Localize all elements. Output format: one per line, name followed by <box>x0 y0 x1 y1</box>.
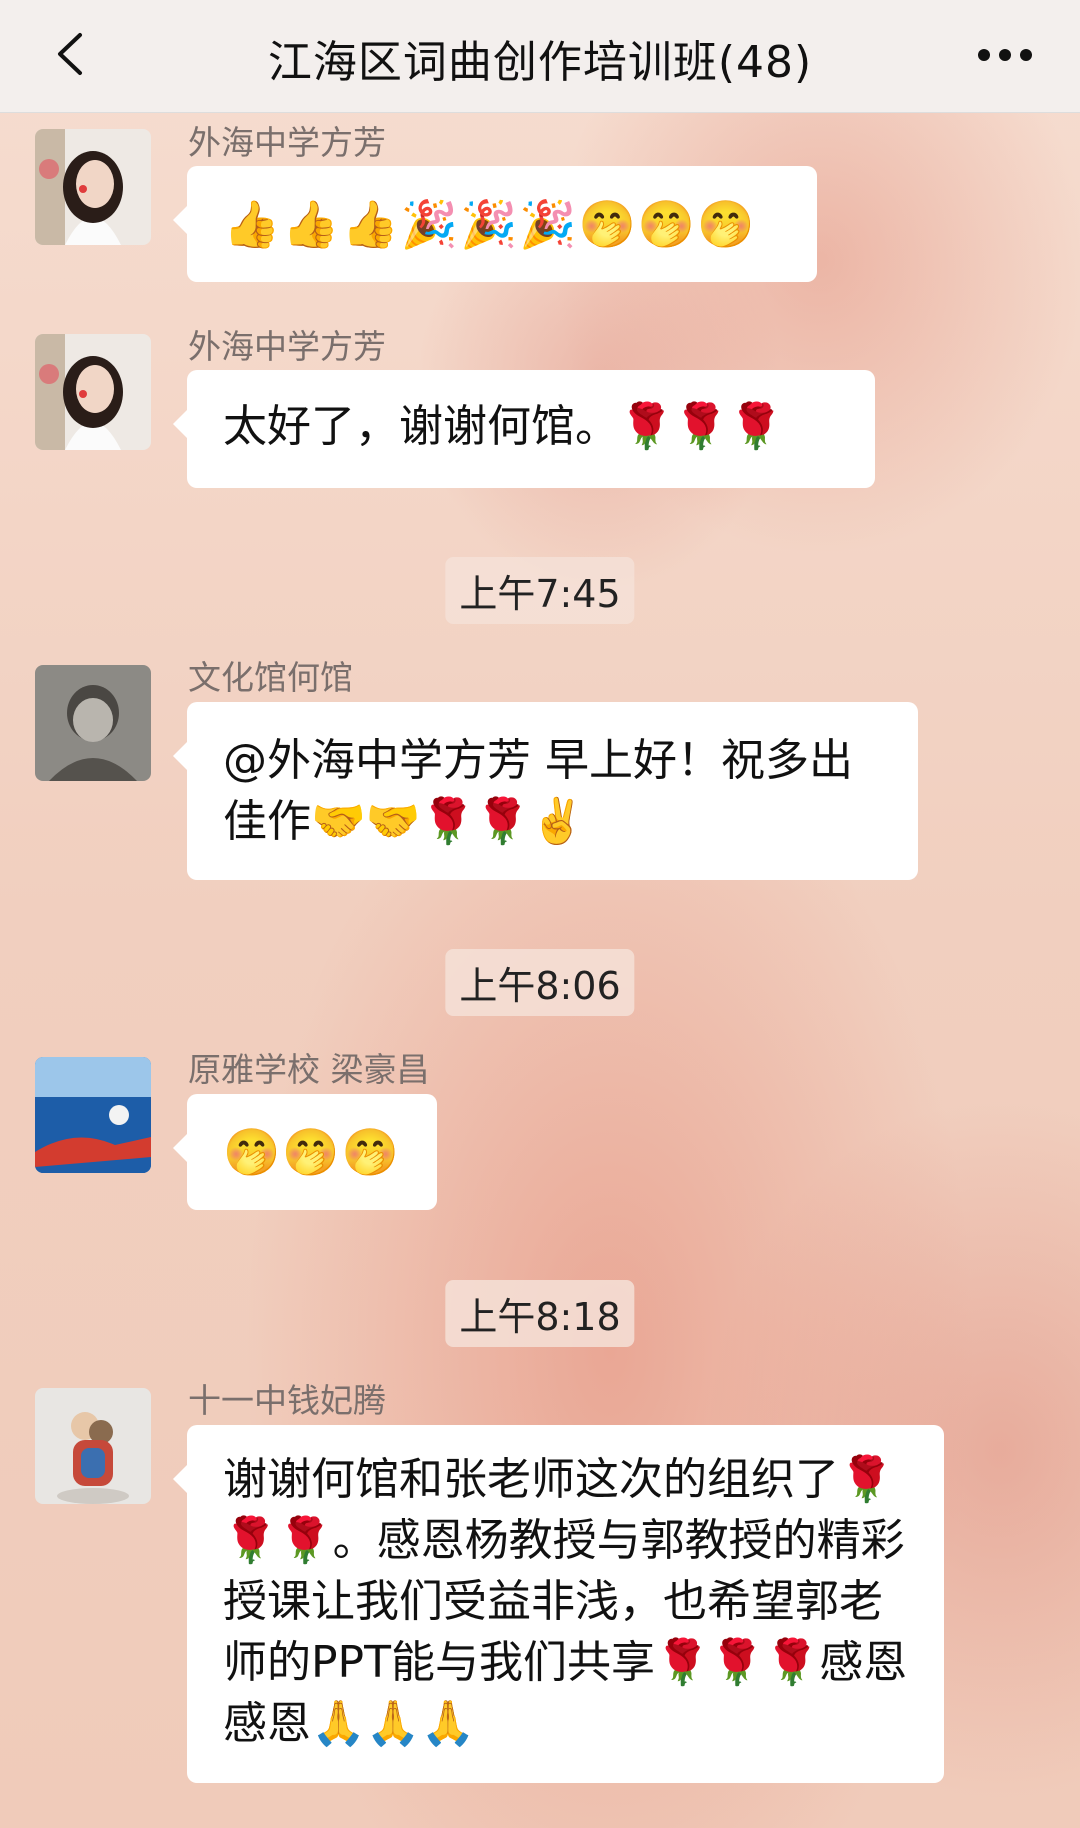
sender-name: 原雅学校 梁豪昌 <box>188 1050 430 1089</box>
message-bubble[interactable]: 🤭🤭🤭 <box>173 1094 437 1210</box>
chat-title: 江海区词曲创作培训班(48) <box>267 37 813 88</box>
timestamp: 上午8:06 <box>445 949 635 1016</box>
sender-name: 十一中钱妃腾 <box>188 1381 386 1420</box>
message-bubble[interactable]: 谢谢何馆和张老师这次的组织了🌹🌹🌹。感恩杨教授与郭教授的精彩授课让我们受益非浅，… <box>173 1425 944 1783</box>
message-bubble[interactable]: @外海中学方芳 早上好！祝多出佳作🤝🤝🌹🌹✌️ <box>173 702 918 880</box>
chevron-left-icon <box>58 33 82 75</box>
back-button[interactable] <box>40 24 100 84</box>
sender-name: 文化馆何馆 <box>188 658 353 697</box>
sender-name: 外海中学方芳 <box>188 123 386 162</box>
timestamp: 上午8:18 <box>445 1280 635 1347</box>
message-bubble[interactable]: 太好了，谢谢何馆。🌹🌹🌹 <box>173 370 875 488</box>
avatar[interactable] <box>35 665 151 781</box>
sender-name: 外海中学方芳 <box>188 327 386 366</box>
avatar[interactable] <box>35 1057 151 1173</box>
avatar[interactable] <box>35 129 151 245</box>
timestamp: 上午7:45 <box>445 557 635 624</box>
message-bubble[interactable]: 👍👍👍🎉🎉🎉🤭🤭🤭 <box>173 166 817 282</box>
avatar[interactable] <box>35 334 151 450</box>
top-navigation-bar: 江海区词曲创作培训班(48) <box>0 0 1080 113</box>
more-button[interactable] <box>970 30 1040 80</box>
more-dots-icon <box>978 49 1032 61</box>
avatar[interactable] <box>35 1388 151 1504</box>
